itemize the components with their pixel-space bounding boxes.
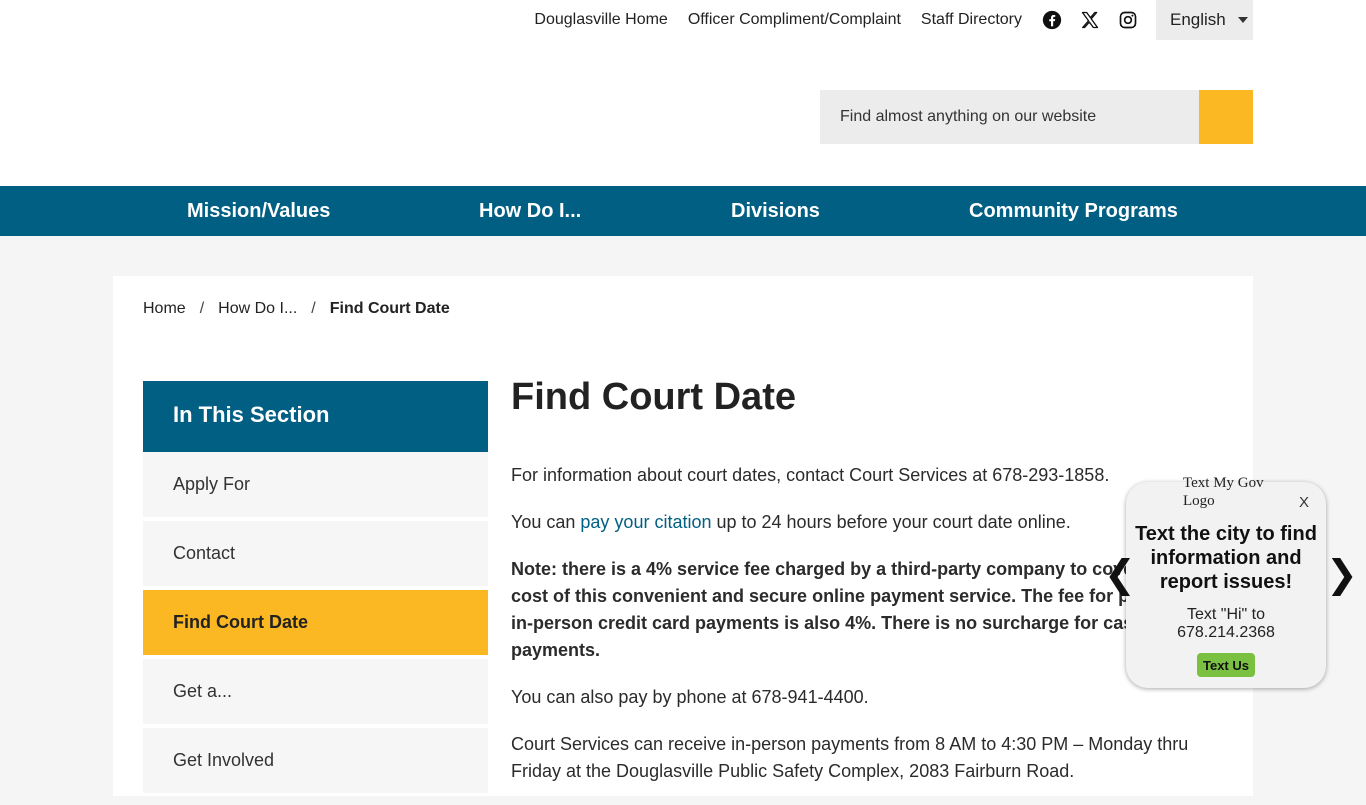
nav-mission-values[interactable]: Mission/Values: [187, 186, 330, 236]
nav-community-programs[interactable]: Community Programs: [969, 186, 1178, 236]
breadcrumb-how-do-i[interactable]: How Do I...: [218, 300, 297, 318]
breadcrumb-current: Find Court Date: [329, 300, 450, 317]
sidebar-item-find-court-date[interactable]: Find Court Date: [143, 590, 488, 655]
breadcrumb-separator: /: [199, 300, 205, 317]
close-icon[interactable]: X: [1299, 494, 1309, 511]
sidebar-title: In This Section: [143, 381, 488, 452]
officer-compliment-complaint-link[interactable]: Officer Compliment/Complaint: [688, 0, 901, 40]
site-header: Douglasville Home Officer Compliment/Com…: [0, 0, 1366, 186]
search-input[interactable]: [820, 90, 1199, 144]
utility-nav: Douglasville Home Officer Compliment/Com…: [534, 0, 1253, 40]
citation-text-after: up to 24 hours before your court date on…: [711, 512, 1071, 532]
x-twitter-icon[interactable]: [1080, 10, 1100, 30]
facebook-icon[interactable]: [1042, 10, 1062, 30]
widget-instructions-line1: Text "Hi" to: [1186, 606, 1266, 623]
text-us-button[interactable]: Text Us: [1197, 653, 1255, 677]
widget-headline: Text the city to find information and re…: [1135, 523, 1317, 593]
chevron-left-icon[interactable]: ❮: [1104, 555, 1136, 595]
site-search: [820, 90, 1253, 144]
court-services-paragraph: For information about court dates, conta…: [511, 465, 1110, 485]
main-nav: Mission/Values How Do I... Divisions Com…: [0, 186, 1366, 236]
pay-citation-link[interactable]: pay your citation: [580, 512, 711, 532]
staff-directory-link[interactable]: Staff Directory: [921, 0, 1022, 40]
citation-text-before: You can: [511, 512, 581, 532]
nav-how-do-i[interactable]: How Do I...: [479, 186, 581, 236]
section-sidebar: In This Section Apply For Contact Find C…: [143, 381, 488, 793]
language-label: English: [1170, 10, 1226, 29]
text-my-gov-logo: Text My Gov Logo: [1183, 475, 1264, 509]
social-links: [1042, 10, 1156, 30]
breadcrumb: Home / How Do I... / Find Court Date: [143, 300, 450, 318]
pay-by-phone-paragraph: You can also pay by phone at 678-941-440…: [511, 687, 869, 707]
caret-down-icon: [1237, 17, 1248, 23]
search-button[interactable]: [1199, 90, 1253, 144]
page-title: Find Court Date: [511, 376, 796, 418]
sidebar-item-get-a[interactable]: Get a...: [143, 659, 488, 724]
citation-paragraph: You can pay your citation up to 24 hours…: [511, 509, 1211, 536]
widget-phone-number: 678.214.2368: [1177, 624, 1275, 641]
breadcrumb-home[interactable]: Home: [143, 300, 186, 318]
widget-instructions: Text "Hi" to 678.214.2368: [1126, 606, 1326, 642]
content-card: Home / How Do I... / Find Court Date In …: [113, 276, 1253, 796]
breadcrumb-separator: /: [311, 300, 316, 317]
sidebar-item-contact[interactable]: Contact: [143, 521, 488, 586]
instagram-icon[interactable]: [1118, 10, 1138, 30]
sidebar-item-get-involved[interactable]: Get Involved: [143, 728, 488, 793]
douglasville-home-link[interactable]: Douglasville Home: [534, 0, 667, 40]
language-selector[interactable]: English: [1156, 0, 1253, 40]
sidebar-item-apply-for[interactable]: Apply For: [143, 452, 488, 517]
chevron-right-icon[interactable]: ❯: [1326, 555, 1358, 595]
in-person-payments-paragraph: Court Services can receive in-person pay…: [511, 734, 1189, 781]
nav-divisions[interactable]: Divisions: [731, 186, 820, 236]
